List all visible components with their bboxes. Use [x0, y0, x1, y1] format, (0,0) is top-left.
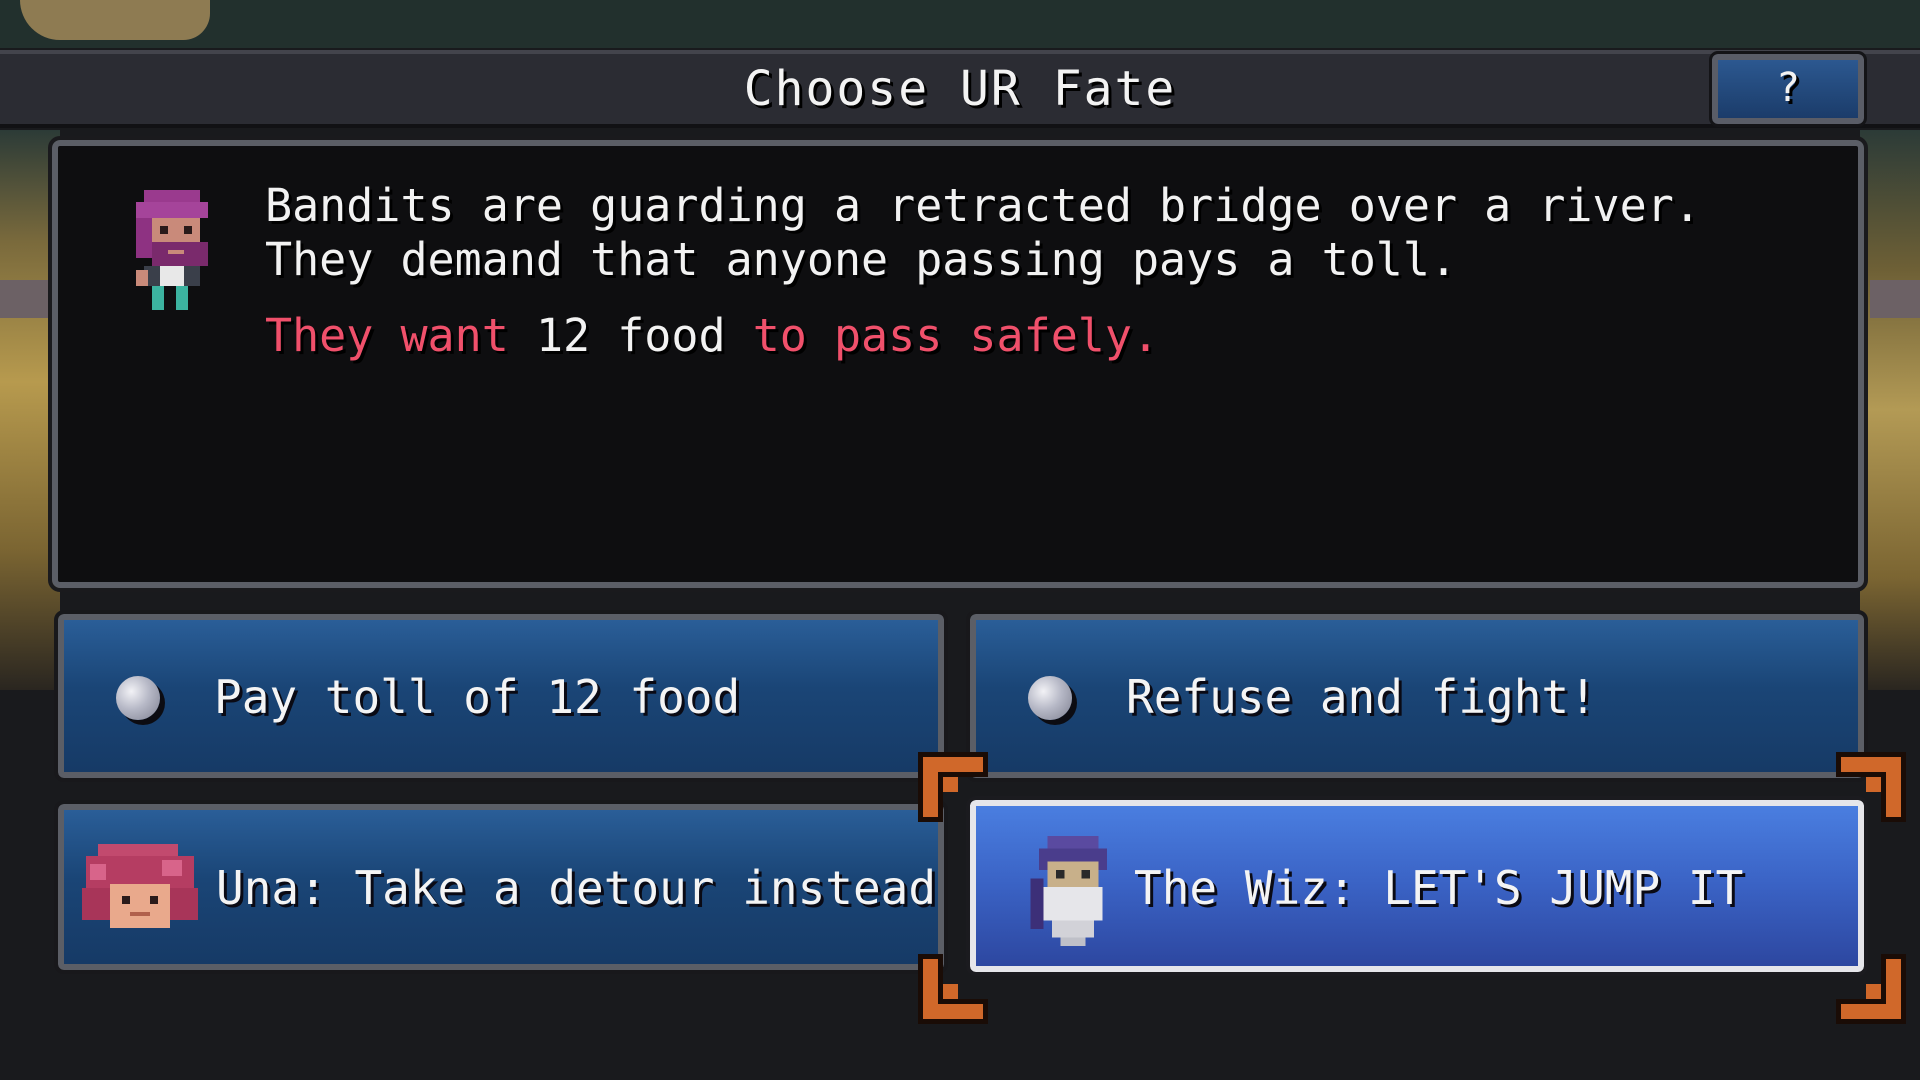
- bridge-plank-right: [1870, 280, 1920, 318]
- page-title: Choose UR Fate: [743, 61, 1177, 117]
- scene-left-edge: [0, 130, 60, 690]
- bandit-portrait-icon: [136, 190, 208, 310]
- selection-corner-icon: [1836, 752, 1906, 822]
- orb-bullet-icon: [1028, 676, 1072, 720]
- choice-label: Una: Take a detour instead: [216, 861, 937, 915]
- choice-label: Pay toll of 12 food: [214, 670, 741, 724]
- bush-decoration: [20, 0, 210, 40]
- choice-label: The Wiz: LET'S JUMP IT: [1134, 861, 1744, 915]
- una-portrait-icon: [82, 844, 198, 928]
- dialog-text-line-3: They want 12 food to pass safely.: [265, 308, 1159, 364]
- scene-right-edge: [1860, 130, 1920, 690]
- choice-label: Refuse and fight!: [1126, 670, 1597, 724]
- help-button[interactable]: ?: [1709, 51, 1867, 127]
- selection-corner-icon: [1836, 954, 1906, 1024]
- toll-text-prefix: They want: [265, 309, 509, 362]
- dialog-text-line-1: Bandits are guarding a retracted bridge …: [265, 179, 1701, 232]
- choice-wiz-jump-button[interactable]: The Wiz: LET'S JUMP IT: [966, 796, 1868, 976]
- orb-bullet-icon: [116, 676, 160, 720]
- toll-text-suffix: to pass safely.: [752, 309, 1160, 362]
- wizard-portrait-icon: [1030, 836, 1107, 946]
- selection-corner-icon: [918, 752, 988, 822]
- choice-pay-toll-button[interactable]: Pay toll of 12 food: [54, 610, 948, 782]
- choice-refuse-fight-button[interactable]: Refuse and fight!: [966, 610, 1868, 782]
- choice-una-detour-button[interactable]: Una: Take a detour instead: [54, 800, 948, 974]
- selection-corner-icon: [918, 954, 988, 1024]
- dialog-text-line-2: They demand that anyone passing pays a t…: [265, 233, 1458, 286]
- scene-top-strip: [0, 0, 1920, 48]
- toll-amount: 12 food: [535, 309, 726, 362]
- bridge-plank-left: [0, 280, 50, 318]
